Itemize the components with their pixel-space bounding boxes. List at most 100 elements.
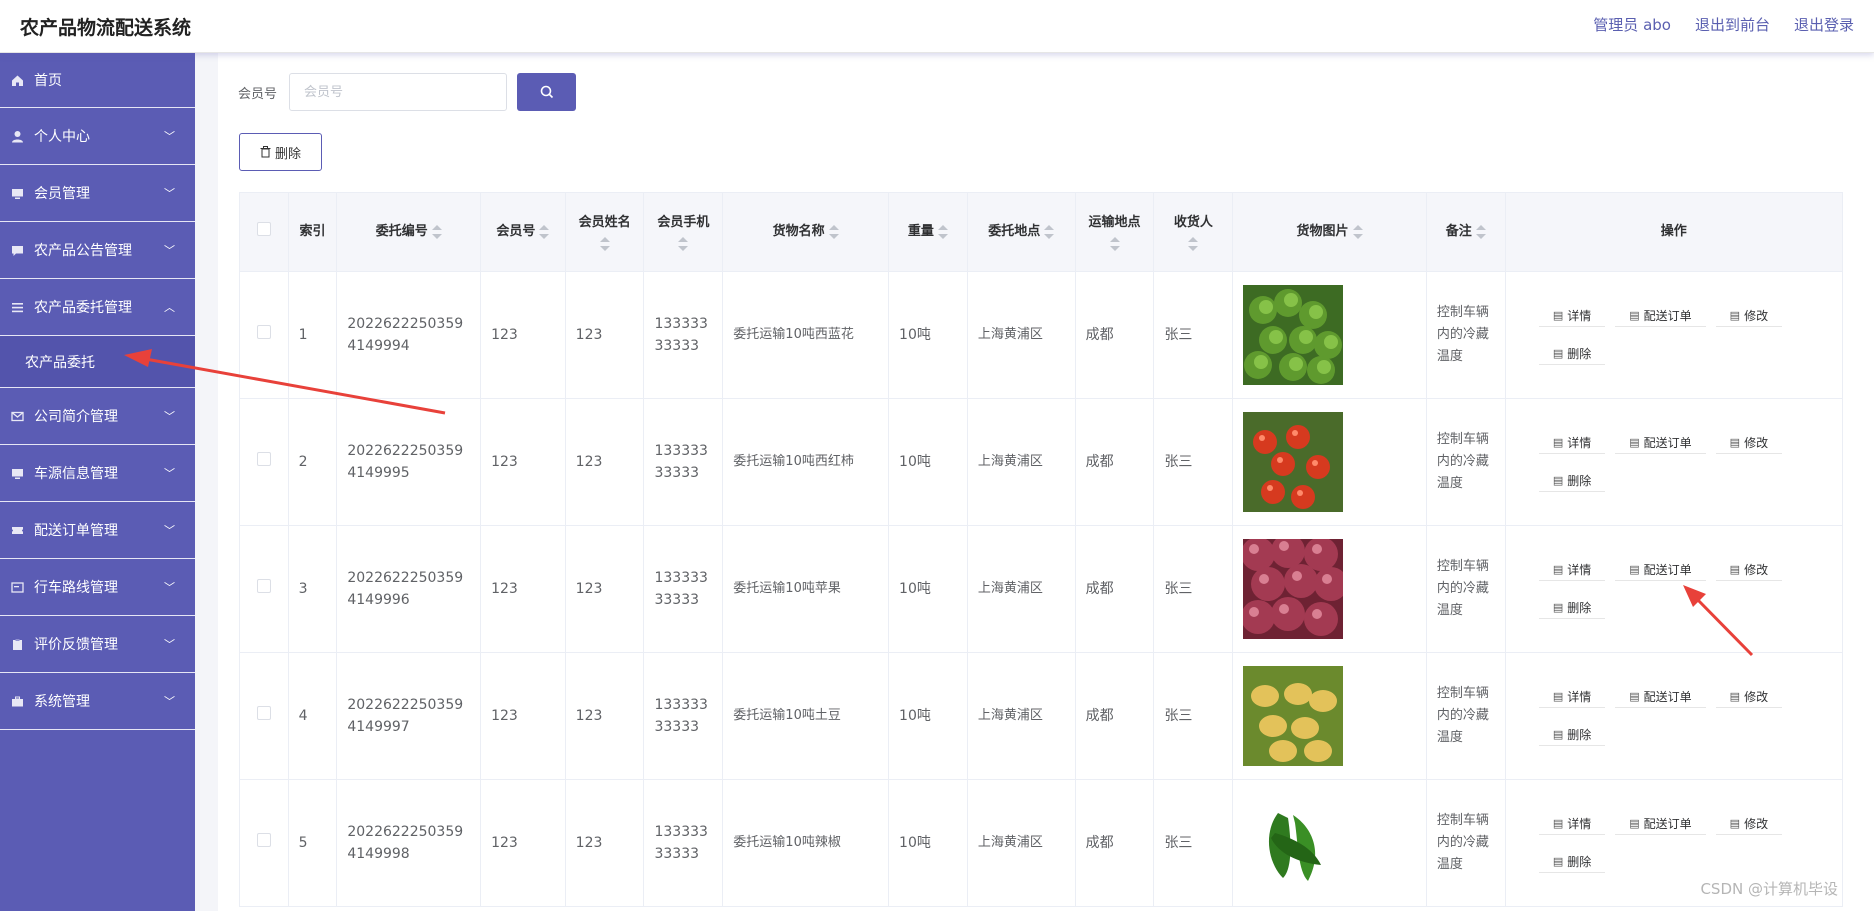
col-header-receiver[interactable]: 收货人 [1153,192,1234,272]
batch-delete-button[interactable]: 删除 [239,133,322,171]
goods-image-broccoli[interactable] [1243,285,1344,385]
sidebar-item-label: 车源信息管理 [34,466,118,482]
edit-button[interactable]: ▤ 修改 [1715,305,1783,327]
col-header-goods-image[interactable]: 货物图片 [1232,192,1427,272]
member-no-search-input[interactable] [289,73,508,111]
sidebar-item-3[interactable]: 农产品公告管理 ﹀ [0,222,195,279]
logout-link[interactable]: 退出登录 [1794,14,1854,35]
col-header-goods-name[interactable]: 货物名称 [722,192,890,272]
sort-icon[interactable] [1109,237,1120,251]
sidebar-item-7[interactable]: 配送订单管理 ﹀ [0,502,195,559]
sidebar-item-2[interactable]: 会员管理 ﹀ [0,165,195,222]
cell-remark: 控制车辆内的冷藏温度 [1425,779,1506,907]
exit-to-front-link[interactable]: 退出到前台 [1695,14,1770,35]
sidebar-item-label: 首页 [34,73,62,89]
edit-button[interactable]: ▤ 修改 [1715,686,1783,708]
sort-icon[interactable] [599,237,610,251]
delivery-order-button[interactable]: ▤ 配送订单 [1615,686,1706,708]
edit-button[interactable]: ▤ 修改 [1715,559,1783,581]
cell-entrust-place: 上海黄浦区 [966,271,1076,399]
row-checkbox[interactable] [256,706,271,720]
delete-button[interactable]: ▤ 删除 [1538,724,1606,746]
col-header-weight[interactable]: 重量 [888,192,968,272]
detail-button[interactable]: ▤ 详情 [1538,305,1606,327]
delete-button[interactable]: ▤ 删除 [1538,851,1606,873]
sidebar-item-5[interactable]: 公司简介管理 ﹀ [0,388,195,445]
cell-member-name: 123 [564,525,645,653]
cell-goods-image [1232,271,1427,399]
sort-icon[interactable] [539,224,550,239]
document-icon: ▤ [1552,308,1564,322]
delivery-order-button[interactable]: ▤ 配送订单 [1615,559,1706,581]
delete-button[interactable]: ▤ 删除 [1538,470,1606,492]
op-label: 修改 [1744,308,1769,323]
detail-button[interactable]: ▤ 详情 [1538,559,1606,581]
row-select-cell [239,398,289,526]
table-row: 2 20226222503594149995 123 123 13333333333 委托… [239,398,1844,526]
card-icon [10,580,24,594]
chevron-down-icon: ﹀ [164,410,175,423]
op-label: 配送订单 [1643,308,1692,323]
edit-button[interactable]: ▤ 修改 [1715,432,1783,454]
col-header-member-name[interactable]: 会员姓名 [564,192,645,272]
delivery-order-button[interactable]: ▤ 配送订单 [1615,432,1706,454]
op-label: 配送订单 [1643,689,1692,704]
col-header-member-phone[interactable]: 会员手机 [643,192,724,272]
cell-receiver: 张三 [1153,525,1234,653]
sort-icon[interactable] [1352,224,1363,239]
sort-icon[interactable] [937,224,948,239]
sort-icon[interactable] [678,237,689,251]
op-label: 删除 [1567,727,1592,742]
goods-image-potato[interactable] [1243,666,1344,766]
chevron-down-icon: ﹀ [164,524,175,537]
select-all-checkbox[interactable] [256,221,271,236]
col-header-remark[interactable]: 备注 [1425,192,1506,272]
cell-remark: 控制车辆内的冷藏温度 [1425,398,1506,526]
sidebar-item-10[interactable]: 系统管理 ﹀ [0,673,195,730]
sort-icon[interactable] [1044,224,1055,239]
col-header-entrust-place[interactable]: 委托地点 [966,192,1076,272]
detail-button[interactable]: ▤ 详情 [1538,432,1606,454]
search-button[interactable] [517,73,577,111]
delete-button[interactable]: ▤ 删除 [1538,597,1606,619]
delivery-order-button[interactable]: ▤ 配送订单 [1615,813,1706,835]
goods-image-tomato[interactable] [1243,412,1344,512]
sidebar-item-9[interactable]: 评价反馈管理 ﹀ [0,616,195,673]
row-checkbox[interactable] [256,833,271,847]
detail-button[interactable]: ▤ 详情 [1538,813,1606,835]
row-checkbox[interactable] [256,579,271,593]
sidebar-item-4[interactable]: 农产品委托管理 ︿ [0,279,195,336]
sidebar-item-8[interactable]: 行车路线管理 ﹀ [0,559,195,616]
row-select-cell [239,779,289,907]
edit-button[interactable]: ▤ 修改 [1715,813,1783,835]
delivery-order-button[interactable]: ▤ 配送订单 [1615,305,1706,327]
cell-weight: 10吨 [888,398,968,526]
cell-entrust-place: 上海黄浦区 [966,398,1076,526]
sidebar-item-0[interactable]: 首页 [0,53,195,108]
table-header-row: 索引 委托编号 会员号 会员姓名 会员手机 货物名称 重量 委托地点 运输地点 … [239,192,1844,272]
delete-button[interactable]: ▤ 删除 [1538,343,1606,365]
goods-image-apple[interactable] [1241,534,1349,639]
sidebar-item-6[interactable]: 车源信息管理 ﹀ [0,445,195,502]
col-header-transport-place[interactable]: 运输地点 [1074,192,1155,272]
sort-icon[interactable] [1188,237,1199,251]
goods-image-pepper[interactable] [1243,793,1344,893]
col-header-entrust-no[interactable]: 委托编号 [336,192,482,272]
chevron-down-icon: ﹀ [164,695,175,708]
row-checkbox[interactable] [256,325,271,339]
sort-icon[interactable] [1475,224,1486,239]
cell-phone: 13333333333 [643,271,724,399]
main-content: 会员号 删除 索引 委托编号 会员号 会员姓名 会员手机 货物名称 重量 委托地… [218,53,1874,911]
sort-icon[interactable] [431,224,442,239]
row-checkbox[interactable] [256,452,271,466]
cell-entrust-no: 20226222503594149995 [336,398,482,526]
cell-index: 2 [287,398,338,526]
detail-button[interactable]: ▤ 详情 [1538,686,1606,708]
sidebar-subitem-entrust[interactable]: 农产品委托 [0,336,195,388]
col-header-member-no[interactable]: 会员号 [480,192,566,272]
edit-icon: ▤ [1729,435,1741,449]
sidebar-item-1[interactable]: 个人中心 ﹀ [0,108,195,165]
cell-member-no: 123 [480,652,566,780]
sort-icon[interactable] [828,224,839,239]
admin-name[interactable]: 管理员 abo [1593,14,1671,35]
